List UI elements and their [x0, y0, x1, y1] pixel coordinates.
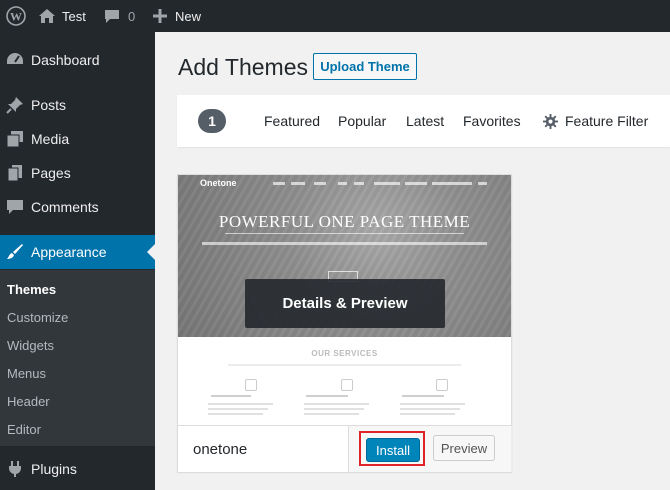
wordpress-logo-icon[interactable]: W	[6, 0, 26, 32]
submenu-item-menus[interactable]: Menus	[7, 366, 46, 381]
submenu-item-themes[interactable]: Themes	[7, 282, 56, 297]
comments-link[interactable]: 0	[104, 0, 135, 32]
theme-screenshot[interactable]: Onetone POWERFUL ONE PAGE THEME Details …	[178, 175, 511, 425]
svg-text:W: W	[10, 10, 22, 24]
theme-card[interactable]: Onetone POWERFUL ONE PAGE THEME Details …	[177, 174, 512, 472]
page-title: Add Themes	[178, 54, 308, 80]
screenshot-headline: POWERFUL ONE PAGE THEME	[218, 212, 471, 231]
sidebar-item-label: Pages	[31, 165, 71, 181]
sidebar-item-appearance[interactable]: Appearance	[0, 235, 155, 269]
pages-icon	[5, 163, 25, 183]
install-highlight-box: Install	[359, 431, 425, 466]
sidebar-item-posts[interactable]: Posts	[0, 88, 155, 122]
upload-theme-button[interactable]: Upload Theme	[313, 53, 417, 80]
site-name-label: Test	[62, 8, 86, 24]
sidebar-item-label: Appearance	[31, 244, 107, 260]
comments-count: 0	[128, 8, 136, 24]
submenu-item-editor[interactable]: Editor	[7, 422, 41, 437]
feature-filter-label: Feature Filter	[565, 113, 649, 129]
screenshot-subtext	[202, 242, 487, 245]
comment-bubble-icon	[104, 9, 120, 24]
theme-count-badge: 1	[198, 109, 226, 133]
filter-latest[interactable]: Latest	[406, 113, 444, 129]
submenu-item-widgets[interactable]: Widgets	[7, 338, 54, 353]
site-name-link[interactable]: Test	[38, 0, 86, 32]
current-menu-arrow	[147, 244, 155, 260]
screenshot-logo: Onetone	[200, 178, 237, 188]
install-button[interactable]: Install	[366, 438, 420, 462]
filter-popular[interactable]: Popular	[338, 113, 386, 129]
details-preview-button[interactable]: Details & Preview	[245, 279, 445, 328]
screenshot-services: OUR SERVICES	[178, 337, 511, 425]
gear-icon	[543, 113, 558, 129]
plus-icon	[153, 9, 167, 23]
new-content-link[interactable]: New	[153, 0, 201, 32]
dashboard-icon	[5, 50, 25, 70]
sidebar-item-plugins[interactable]: Plugins	[0, 452, 155, 486]
media-icon	[5, 129, 25, 149]
screenshot-divider	[225, 233, 464, 234]
theme-actions: Install Preview	[348, 426, 512, 472]
screenshot-services-title: OUR SERVICES	[311, 349, 378, 358]
sidebar-item-comments[interactable]: Comments	[0, 190, 155, 224]
comment-icon	[5, 197, 25, 217]
preview-button[interactable]: Preview	[433, 435, 495, 461]
filter-featured[interactable]: Featured	[264, 113, 320, 129]
admin-bar: W Test 0 New	[0, 0, 670, 32]
home-icon	[38, 8, 56, 24]
submenu-item-customize[interactable]: Customize	[7, 310, 68, 325]
new-label: New	[175, 8, 202, 24]
paintbrush-icon	[5, 242, 25, 262]
submenu-item-header[interactable]: Header	[7, 394, 50, 409]
sidebar-item-pages[interactable]: Pages	[0, 156, 155, 190]
sidebar-item-label: Media	[31, 131, 70, 147]
appearance-submenu: Themes Customize Widgets Menus Header Ed…	[0, 270, 155, 446]
pushpin-icon	[5, 95, 25, 115]
filter-favorites[interactable]: Favorites	[463, 113, 521, 129]
feature-filter-button[interactable]: Feature Filter	[543, 113, 648, 129]
sidebar-item-media[interactable]: Media	[0, 122, 155, 156]
sidebar-item-label: Dashboard	[31, 52, 100, 68]
theme-card-footer: onetone Install Preview	[178, 425, 512, 472]
sidebar-item-label: Comments	[31, 199, 99, 215]
theme-filter-bar: 1 Featured Popular Latest Favorites Feat…	[177, 95, 670, 147]
sidebar-item-dashboard[interactable]: Dashboard	[0, 43, 155, 77]
sidebar-item-label: Plugins	[31, 461, 77, 477]
plug-icon	[5, 459, 25, 479]
theme-name: onetone	[193, 441, 248, 458]
sidebar-item-label: Posts	[31, 97, 67, 113]
admin-sidebar: Dashboard Posts Media Pages Comments App…	[0, 32, 155, 490]
